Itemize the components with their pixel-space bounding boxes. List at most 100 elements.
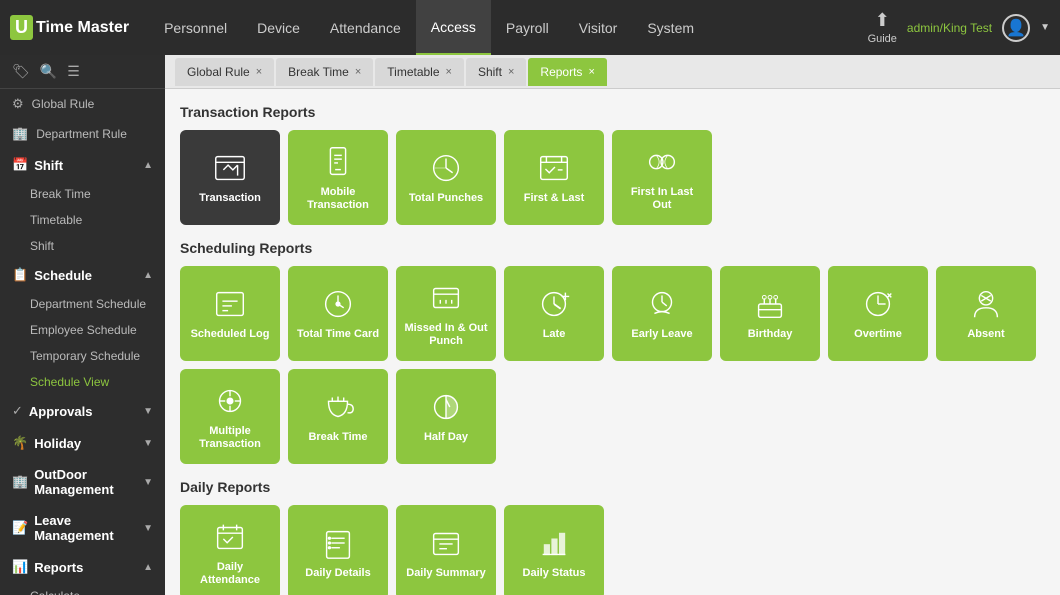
transaction-reports-label: Transaction Reports <box>180 104 1045 120</box>
sidebar-section-outdoor[interactable]: 🏢 OutDoor Management ▼ <box>0 459 165 505</box>
tab-shift[interactable]: Shift × <box>466 58 526 86</box>
sidebar-item-emp-schedule[interactable]: Employee Schedule <box>0 317 165 343</box>
guide-icon: ⬆ <box>875 10 890 31</box>
card-missed-in-out-label: Missed In & Out Punch <box>404 322 488 348</box>
card-multiple-transaction[interactable]: Multiple Transaction <box>180 369 280 464</box>
logo[interactable]: U Time Master <box>10 15 129 40</box>
outdoor-icon: 🏢 <box>12 474 28 490</box>
sidebar-section-leave[interactable]: 📝 Leave Management ▼ <box>0 505 165 551</box>
scheduled-log-icon <box>211 285 249 323</box>
card-daily-summary[interactable]: Daily Summary <box>396 505 496 595</box>
reports-icon: 📊 <box>12 559 28 575</box>
leave-chevron-icon: ▼ <box>143 523 153 534</box>
sidebar: 🏷 🔍 ☰ ⚙ Global Rule 🏢 Department Rule 📅 … <box>0 55 165 595</box>
half-day-icon <box>427 388 465 426</box>
sidebar-item-timetable[interactable]: Timetable <box>0 207 165 233</box>
tab-timetable[interactable]: Timetable × <box>375 58 464 86</box>
card-daily-details[interactable]: Daily Details <box>288 505 388 595</box>
scheduling-reports-grid: Scheduled Log Total Time Card <box>180 266 1045 464</box>
card-overtime[interactable]: Overtime <box>828 266 928 361</box>
card-early-leave-label: Early Leave <box>631 328 692 341</box>
search-icon[interactable]: 🔍 <box>40 63 57 80</box>
card-missed-in-out[interactable]: Missed In & Out Punch <box>396 266 496 361</box>
list-icon[interactable]: ☰ <box>67 63 80 80</box>
daily-details-icon <box>319 524 357 562</box>
sidebar-section-holiday[interactable]: 🌴 Holiday ▼ <box>0 427 165 459</box>
nav-visitor[interactable]: Visitor <box>564 0 633 55</box>
multiple-transaction-icon <box>211 382 249 420</box>
card-daily-status[interactable]: Daily Status <box>504 505 604 595</box>
mobile-transaction-icon <box>319 143 357 181</box>
absent-icon <box>967 285 1005 323</box>
nav-payroll[interactable]: Payroll <box>491 0 564 55</box>
sidebar-item-department-rule[interactable]: 🏢 Department Rule <box>0 119 165 149</box>
card-daily-status-label: Daily Status <box>523 567 586 580</box>
card-absent[interactable]: Absent <box>936 266 1036 361</box>
daily-status-icon <box>535 524 573 562</box>
card-daily-attendance[interactable]: Daily Attendance <box>180 505 280 595</box>
holiday-icon: 🌴 <box>12 435 28 451</box>
break-time-icon <box>319 388 357 426</box>
card-late[interactable]: Late <box>504 266 604 361</box>
sidebar-section-shift[interactable]: 📅 Shift ▲ <box>0 149 165 181</box>
card-total-punches[interactable]: Total Punches <box>396 130 496 225</box>
sidebar-item-shift[interactable]: Shift <box>0 233 165 259</box>
guide-label: Guide <box>868 33 897 45</box>
card-daily-summary-label: Daily Summary <box>406 567 485 580</box>
card-birthday[interactable]: Birthday <box>720 266 820 361</box>
card-total-punches-label: Total Punches <box>409 192 483 205</box>
sidebar-section-reports[interactable]: 📊 Reports ▲ <box>0 551 165 583</box>
card-transaction[interactable]: Transaction <box>180 130 280 225</box>
card-half-day[interactable]: Half Day <box>396 369 496 464</box>
card-scheduled-log[interactable]: Scheduled Log <box>180 266 280 361</box>
card-absent-label: Absent <box>967 328 1004 341</box>
card-mobile-transaction[interactable]: Mobile Transaction <box>288 130 388 225</box>
sidebar-section-schedule[interactable]: 📋 Schedule ▲ <box>0 259 165 291</box>
card-first-in-last-out-label: First In Last Out <box>620 186 704 212</box>
sidebar-item-calculate[interactable]: Calculate <box>0 583 165 595</box>
main-content: Transaction Reports Transaction <box>165 89 1060 595</box>
nav-device[interactable]: Device <box>242 0 315 55</box>
sidebar-item-dept-schedule[interactable]: Department Schedule <box>0 291 165 317</box>
nav-personnel[interactable]: Personnel <box>149 0 242 55</box>
nav-attendance[interactable]: Attendance <box>315 0 416 55</box>
tab-shift-close[interactable]: × <box>508 66 514 78</box>
tab-global-rule-close[interactable]: × <box>256 66 262 78</box>
globe-icon: ⚙ <box>12 96 24 112</box>
card-break-time[interactable]: Break Time <box>288 369 388 464</box>
main-layout: 🏷 🔍 ☰ ⚙ Global Rule 🏢 Department Rule 📅 … <box>0 55 1060 595</box>
user-avatar[interactable]: 👤 <box>1002 14 1030 42</box>
tab-global-rule[interactable]: Global Rule × <box>175 58 274 86</box>
sidebar-item-schedule-view[interactable]: Schedule View <box>0 369 165 395</box>
guide-button[interactable]: ⬆ Guide <box>868 10 897 45</box>
first-in-last-out-icon <box>643 143 681 181</box>
tab-reports-close[interactable]: × <box>588 66 594 78</box>
transaction-icon <box>211 149 249 187</box>
nav-items: Personnel Device Attendance Access Payro… <box>149 0 867 55</box>
sidebar-item-temp-schedule[interactable]: Temporary Schedule <box>0 343 165 369</box>
card-total-time-card-label: Total Time Card <box>297 328 379 341</box>
user-dropdown-icon[interactable]: ▼ <box>1040 22 1050 33</box>
card-daily-details-label: Daily Details <box>305 567 370 580</box>
daily-reports-grid: Daily Attendance Daily Details <box>180 505 1045 595</box>
tab-reports[interactable]: Reports × <box>528 58 606 86</box>
card-transaction-label: Transaction <box>199 192 261 205</box>
logo-u: U <box>10 15 33 40</box>
tab-timetable-close[interactable]: × <box>446 66 452 78</box>
tab-break-time[interactable]: Break Time × <box>276 58 373 86</box>
tag-icon[interactable]: 🏷 <box>12 63 30 80</box>
card-early-leave[interactable]: Early Leave <box>612 266 712 361</box>
sidebar-section-approvals[interactable]: ✓ Approvals ▼ <box>0 395 165 427</box>
card-total-time-card[interactable]: Total Time Card <box>288 266 388 361</box>
outdoor-chevron-icon: ▼ <box>143 477 153 488</box>
card-first-last[interactable]: First & Last <box>504 130 604 225</box>
card-multiple-transaction-label: Multiple Transaction <box>188 425 272 451</box>
early-leave-icon <box>643 285 681 323</box>
card-first-in-last-out[interactable]: First In Last Out <box>612 130 712 225</box>
nav-access[interactable]: Access <box>416 0 491 55</box>
daily-summary-icon <box>427 524 465 562</box>
tab-break-time-close[interactable]: × <box>355 66 361 78</box>
sidebar-item-global-rule[interactable]: ⚙ Global Rule <box>0 89 165 119</box>
nav-system[interactable]: System <box>632 0 709 55</box>
sidebar-item-break-time[interactable]: Break Time <box>0 181 165 207</box>
